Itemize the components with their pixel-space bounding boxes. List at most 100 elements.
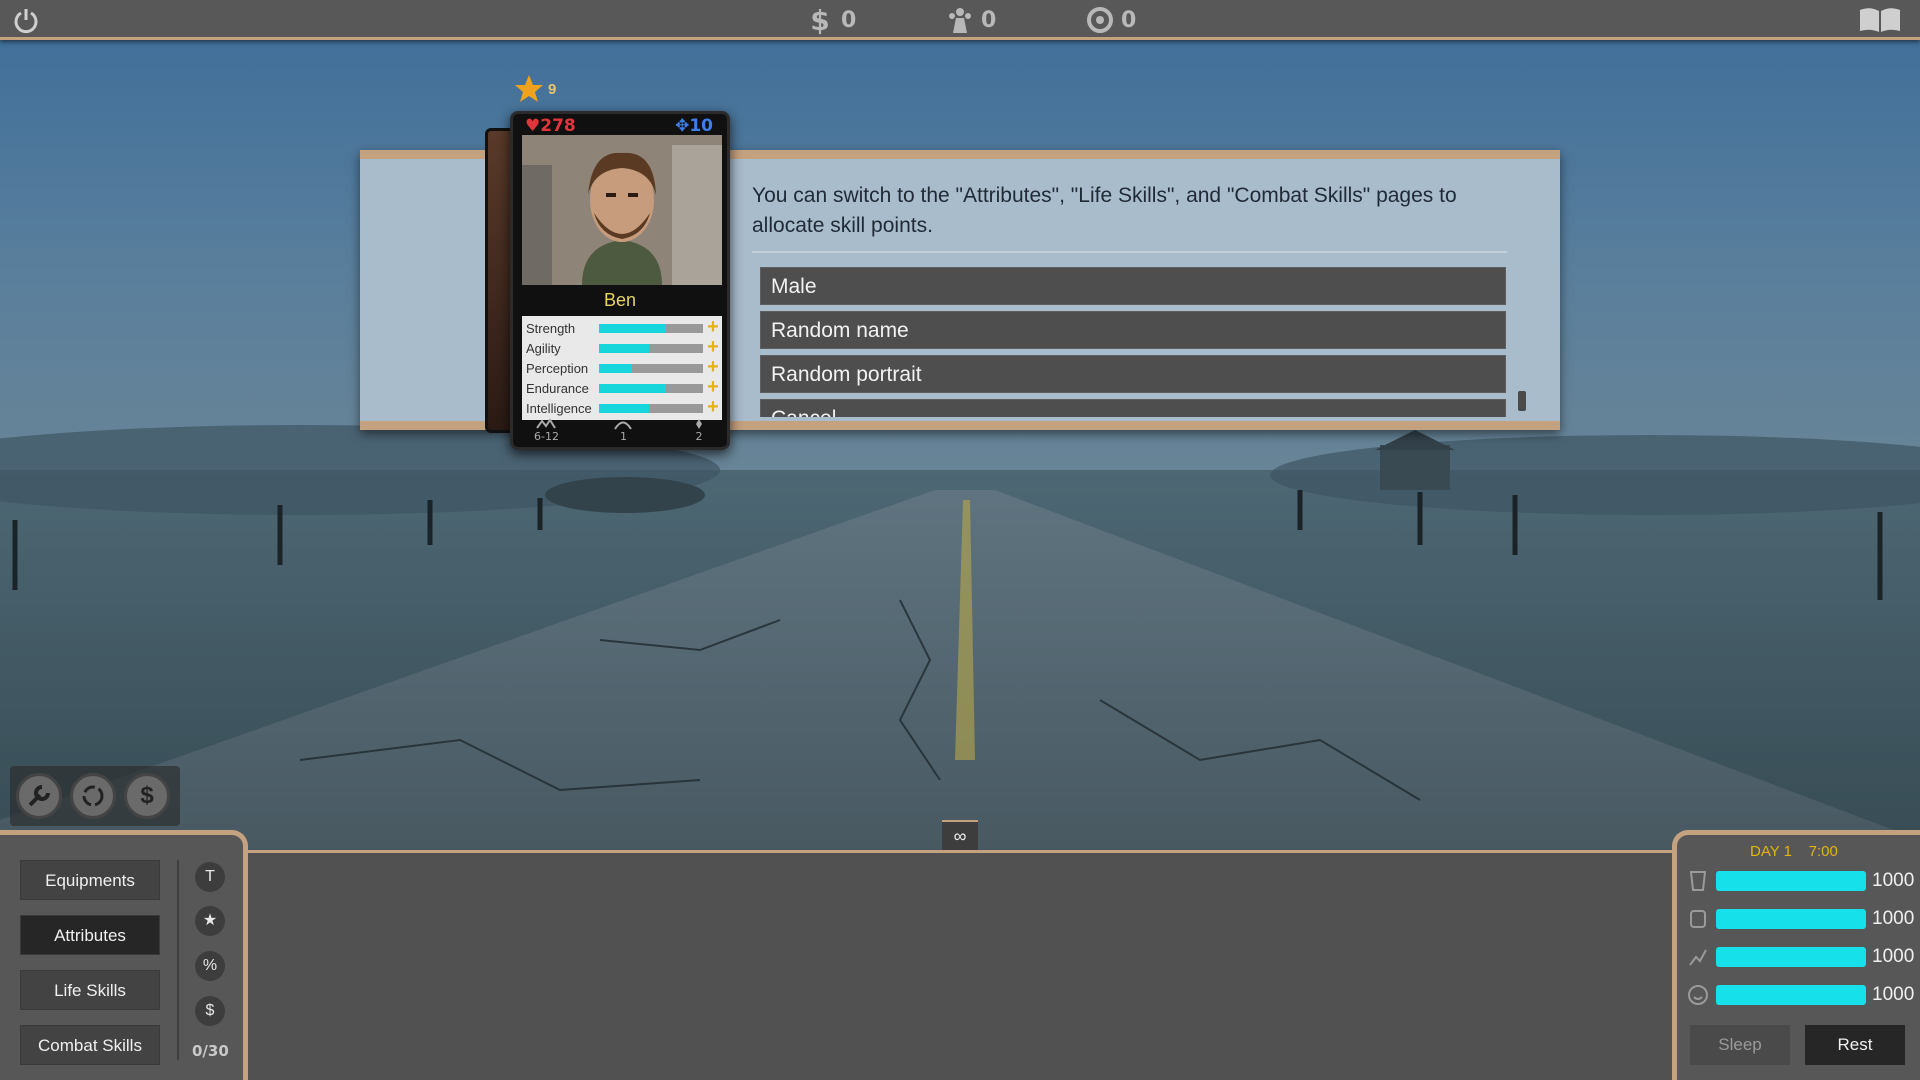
option-male[interactable]: Male [760, 267, 1506, 305]
top-bar: $ 0 0 0 [0, 0, 1920, 40]
stat-label: Strength [526, 320, 576, 336]
stat-bar [599, 343, 703, 353]
need-bar [1716, 871, 1866, 891]
level-value: 9 [548, 80, 557, 98]
character-level: 9 [514, 74, 556, 104]
sleep-button[interactable]: Sleep [1690, 1025, 1790, 1065]
star-icon [515, 75, 543, 102]
need-bar [1716, 985, 1866, 1005]
stat-label: Perception [526, 360, 589, 376]
time-label: 7:00 [1808, 843, 1838, 860]
character-name: Ben [603, 290, 637, 310]
diamond-icon: ✥ [675, 116, 690, 136]
skill-points: 0/30 [192, 1042, 229, 1060]
ap-stat: ✥10 [675, 116, 713, 136]
need-bar [1716, 947, 1866, 967]
book-icon[interactable] [1858, 6, 1902, 34]
bottom-panel [0, 850, 1920, 1080]
stat-agility: Agility + [522, 337, 722, 358]
menu-divider [177, 860, 179, 1060]
stat-label: Endurance [526, 380, 589, 396]
moves-icon [696, 419, 702, 429]
need-value: 1000 [1872, 908, 1915, 929]
heart-icon: ♥ [525, 116, 541, 136]
need-energy: 1000 [1686, 944, 1914, 970]
population-value: 0 [981, 7, 997, 33]
plus-icon[interactable]: + [705, 377, 721, 397]
water-icon [1689, 871, 1707, 891]
stat-bar [599, 383, 703, 393]
rest-button[interactable]: Rest [1805, 1025, 1905, 1065]
need-value: 1000 [1872, 984, 1915, 1005]
range-stat: 1 [612, 418, 634, 448]
plus-icon[interactable]: + [705, 317, 721, 337]
need-mood: 1000 [1686, 982, 1914, 1008]
power-icon[interactable] [12, 6, 40, 34]
damage-stat: 6-12 [534, 418, 559, 448]
day-time: DAY 1 7:00 [1750, 843, 1838, 860]
infinity-tab[interactable]: ∞ [942, 820, 978, 850]
need-water: 1000 [1686, 868, 1914, 894]
ap-value: 10 [689, 116, 713, 136]
gear-icon [1087, 7, 1113, 33]
need-bar [1716, 909, 1866, 929]
tab-life-skills[interactable]: Life Skills [20, 970, 160, 1010]
stat-intelligence: Intelligence + [522, 397, 722, 418]
wrench-icon[interactable] [16, 773, 62, 819]
dollar-icon[interactable]: $ [195, 996, 225, 1026]
tool-buttons: $ [10, 766, 180, 826]
stat-label: Agility [526, 340, 561, 356]
stats-list: Strength + Agility + Perception + Endura… [522, 316, 722, 420]
parts-resource: 0 [1085, 5, 1136, 35]
mood-icon [1688, 985, 1708, 1005]
need-food: 1000 [1686, 906, 1914, 932]
plus-icon[interactable]: + [705, 357, 721, 377]
stat-strength: Strength + [522, 317, 722, 338]
people-icon [949, 8, 971, 33]
dollar-icon[interactable]: $ [124, 773, 170, 819]
svg-text:$: $ [810, 5, 829, 35]
dialog-message: You can switch to the "Attributes", "Lif… [752, 184, 1457, 237]
moves-value: 2 [695, 430, 703, 443]
range-value: 1 [619, 430, 627, 443]
food-icon [1690, 910, 1706, 928]
talent-icon[interactable]: T [195, 862, 225, 892]
hp-value: 278 [540, 116, 576, 136]
day-label: DAY 1 [1750, 843, 1792, 860]
stat-endurance: Endurance + [522, 377, 722, 398]
plus-icon[interactable]: + [705, 337, 721, 357]
option-random-name[interactable]: Random name [760, 311, 1506, 349]
dialog-scrollbar[interactable] [1518, 391, 1526, 411]
money-resource: $ 0 [805, 5, 856, 35]
range-icon [614, 421, 633, 430]
character-portrait [522, 135, 722, 285]
star-icon[interactable]: ★ [195, 906, 225, 936]
population-resource: 0 [945, 5, 996, 35]
tab-combat-skills[interactable]: Combat Skills [20, 1025, 160, 1065]
damage-icon [536, 418, 557, 429]
stat-bar [599, 363, 703, 373]
parts-value: 0 [1121, 7, 1137, 33]
recycle-icon[interactable] [70, 773, 116, 819]
hp-stat: ♥278 [525, 116, 576, 136]
plus-icon[interactable]: + [705, 397, 721, 417]
percent-icon[interactable]: % [195, 951, 225, 981]
money-value: 0 [841, 7, 857, 33]
character-card[interactable]: ♥278 ✥10 Ben Strength + Agility + Percep… [510, 111, 730, 450]
moves-stat: 2 [688, 418, 710, 448]
card-footer: 6-12 1 2 [522, 418, 722, 448]
tab-attributes[interactable]: Attributes [20, 915, 160, 955]
damage-value: 6-12 [534, 430, 559, 443]
dialog-separator [752, 251, 1507, 253]
tab-equipments[interactable]: Equipments [20, 860, 160, 900]
option-cancel[interactable]: Cancel [760, 399, 1506, 417]
dollar-icon: $ [810, 5, 829, 35]
stat-bar [599, 323, 703, 333]
stat-label: Intelligence [526, 400, 592, 416]
need-value: 1000 [1872, 870, 1915, 891]
option-random-portrait[interactable]: Random portrait [760, 355, 1506, 393]
energy-icon [1689, 949, 1707, 966]
stat-perception: Perception + [522, 357, 722, 378]
stat-bar [599, 403, 703, 413]
dialog-options-list: Male Random name Random portrait Cancel [760, 267, 1506, 417]
